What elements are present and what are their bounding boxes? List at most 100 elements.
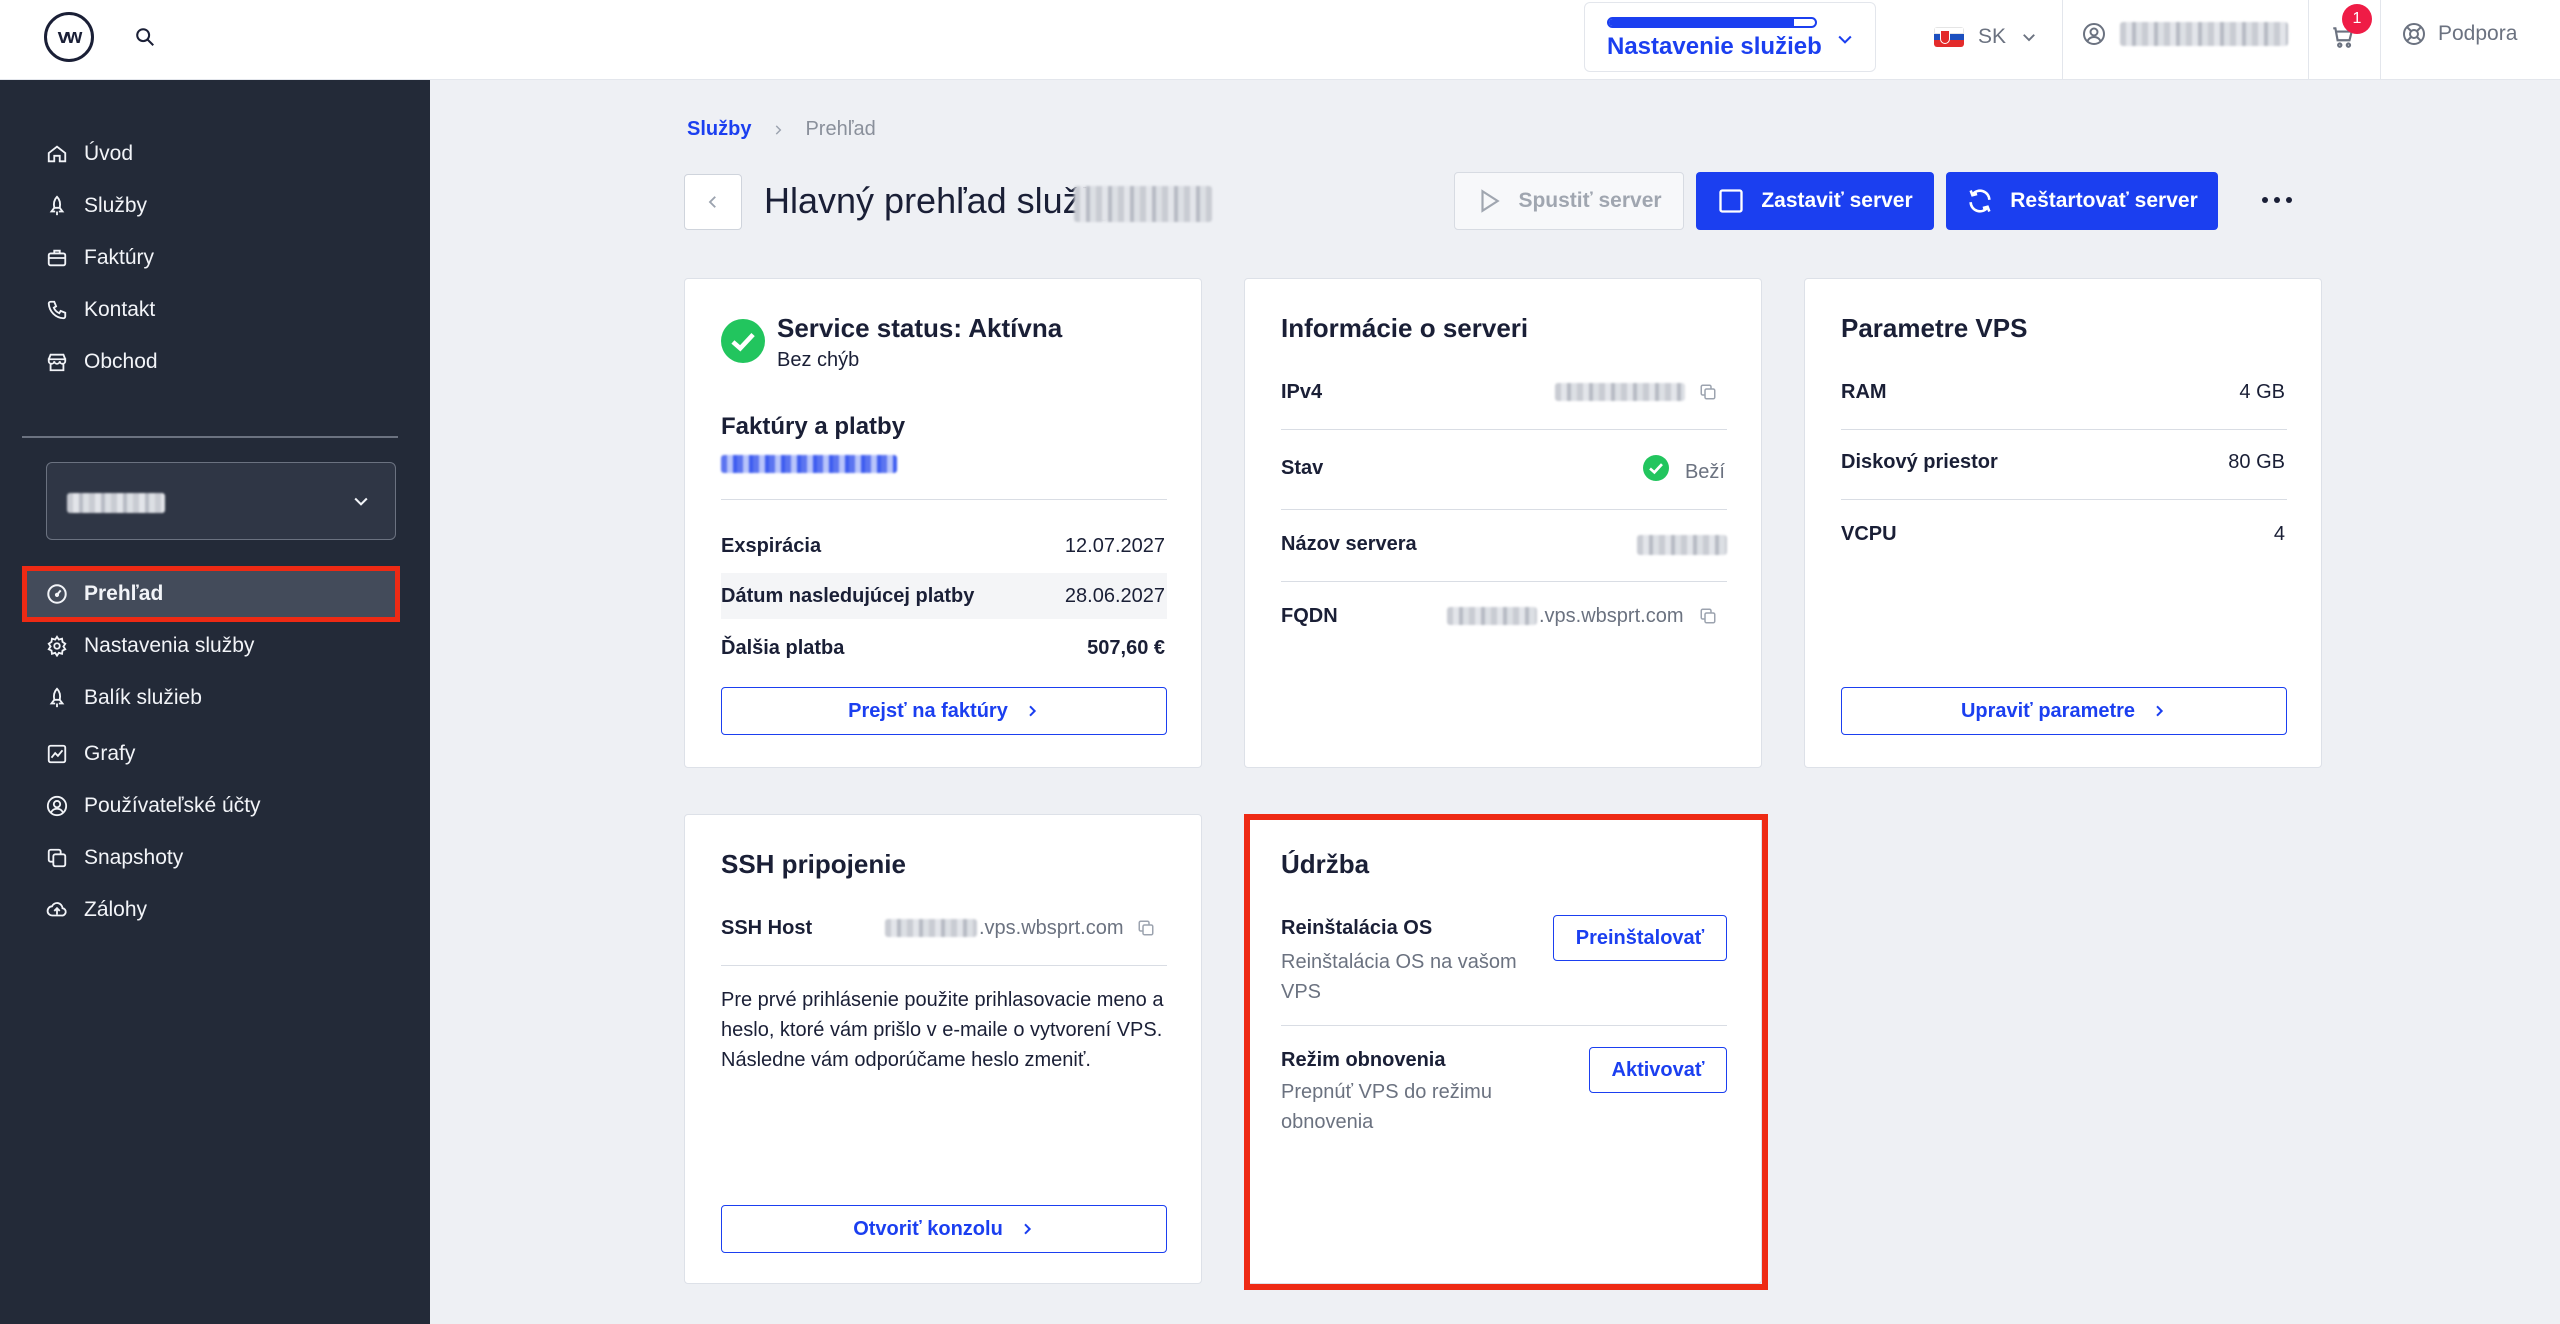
invoice-link-redacted[interactable] [721,455,897,473]
sidebar-item-label: Prehľad [84,582,164,605]
sidebar-item-home[interactable]: Úvod [46,134,133,174]
sidebar-item-services[interactable]: Služby [46,186,147,226]
chevron-left-icon [708,196,716,208]
more-options-button[interactable] [2262,190,2292,210]
check-circle-icon [1643,455,1669,481]
user-circle-icon [2083,23,2105,45]
back-button[interactable] [684,174,742,230]
ram-value: 4 GB [2239,381,2285,403]
user-menu[interactable] [2082,22,2288,46]
ssh-connection-title: SSH pripojenie [721,849,906,879]
reinstall-button[interactable]: Preinštalovať [1553,915,1727,961]
service-selector[interactable] [46,462,396,540]
chevron-right-icon [1029,705,1036,717]
search-icon[interactable] [130,22,160,52]
divider [1841,429,2287,430]
divider [721,965,1167,966]
user-name-redacted [2120,22,2288,46]
support-label: Podpora [2438,22,2518,45]
activate-recovery-button[interactable]: Aktivovať [1589,1047,1727,1093]
maintenance-title: Údržba [1281,849,1370,879]
copy-icon[interactable] [1137,919,1155,937]
server-name-label: Názov servera [1281,533,1417,555]
ssh-host-prefix-redacted [885,919,977,937]
sidebar-item-label: Služby [84,194,148,217]
chevron-down-icon [354,497,368,506]
sidebar-item-shop[interactable]: Obchod [46,342,158,382]
start-server-button[interactable]: Spustiť server [1454,172,1684,230]
language-code: SK [1978,25,2007,48]
state-label: Stav [1281,457,1324,479]
sidebar-item-overview[interactable]: Prehľad [46,574,163,614]
edit-parameters-button[interactable]: Upraviť parametre [1841,687,2287,735]
restart-server-button[interactable]: Reštartovať server [1946,172,2218,230]
reinstall-os-title: Reinštalácia OS [1281,917,1433,939]
vcpu-value: 4 [2273,523,2285,545]
sidebar-item-label: Zálohy [84,898,148,921]
copy-icon[interactable] [1699,607,1717,625]
divider [2062,0,2063,80]
sidebar-item-label: Balík služieb [84,686,202,709]
recovery-mode-description: Prepnúť VPS do režimu obnovenia [1281,1081,1492,1133]
sidebar-item-label: Grafy [84,742,136,765]
ipv4-label: IPv4 [1281,381,1323,403]
breadcrumb-services-link[interactable]: Služby [687,118,751,141]
recovery-mode-title: Režim obnovenia [1281,1049,1446,1071]
briefcase-icon [47,249,67,267]
store-icon [47,353,67,372]
edit-parameters-label: Upraviť parametre [1960,699,2136,722]
sidebar-item-backups[interactable]: Zálohy [46,890,147,930]
stop-icon [1719,189,1743,213]
sidebar-item-service-settings[interactable]: Nastavenia služby [46,626,254,666]
user-circle-icon [46,795,68,817]
gauge-icon [47,584,67,604]
service-status-subtitle: Bez chýb [777,349,860,371]
stop-server-button[interactable]: Zastaviť server [1696,172,1934,230]
logo-text: vw [57,25,83,48]
copy-icon [47,848,67,868]
sidebar-item-label: Obchod [84,350,158,373]
copy-icon[interactable] [1699,383,1717,401]
ram-label: RAM [1841,381,1887,403]
open-console-label: Otvoriť konzolu [853,1217,1003,1240]
open-console-button[interactable]: Otvoriť konzolu [721,1205,1167,1253]
chevron-down-icon [1838,35,1852,44]
setup-services-dropdown[interactable]: Nastavenie služieb [1584,2,1876,72]
language-selector[interactable]: SK [1934,22,2038,52]
sidebar-item-contact[interactable]: Kontakt [46,290,155,330]
logo[interactable]: vw [44,12,94,62]
rocket-icon [49,195,65,216]
next-payment-value: 507,60 € [1087,637,1165,659]
expiration-value: 12.07.2027 [1064,535,1165,557]
activate-recovery-label: Aktivovať [1611,1058,1705,1081]
check-circle-icon [721,319,765,363]
lifebuoy-icon [2403,23,2425,45]
phone-icon [47,300,67,320]
sidebar-item-user-accounts[interactable]: Používateľské účty [46,786,261,826]
sidebar-item-invoices[interactable]: Faktúry [46,238,154,278]
go-to-invoices-button[interactable]: Prejsť na faktúry [721,687,1167,735]
fqdn-prefix-redacted [1447,607,1537,625]
sidebar-item-label: Kontakt [84,298,156,321]
go-to-invoices-label: Prejsť na faktúry [848,699,1008,722]
next-payment-date-value: 28.06.2027 [1064,585,1165,607]
page-title: Hlavný prehľad služby [764,180,1119,221]
divider [1281,581,1727,582]
sidebar-item-snapshots[interactable]: Snapshoty [46,838,183,878]
sidebar-item-label: Nastavenia služby [84,634,255,657]
divider [1281,1025,1727,1026]
sidebar-item-service-package[interactable]: Balík služieb [46,678,202,718]
fqdn-label: FQDN [1281,605,1338,627]
fqdn-suffix: .vps.wbsprt.com [1539,605,1684,627]
reinstall-button-label: Preinštalovať [1575,926,1705,949]
chevron-down-icon [2023,34,2035,42]
rocket-icon [49,687,65,708]
cloud-upload-icon [46,902,67,917]
home-icon [47,145,67,163]
server-info-title: Informácie o serveri [1281,313,1529,343]
sidebar-item-graphs[interactable]: Grafy [46,734,135,774]
support-link[interactable]: Podpora [2402,22,2517,46]
setup-progress-bar [1607,17,1817,28]
divider [2380,0,2381,80]
expiration-label: Exspirácia [721,535,822,557]
